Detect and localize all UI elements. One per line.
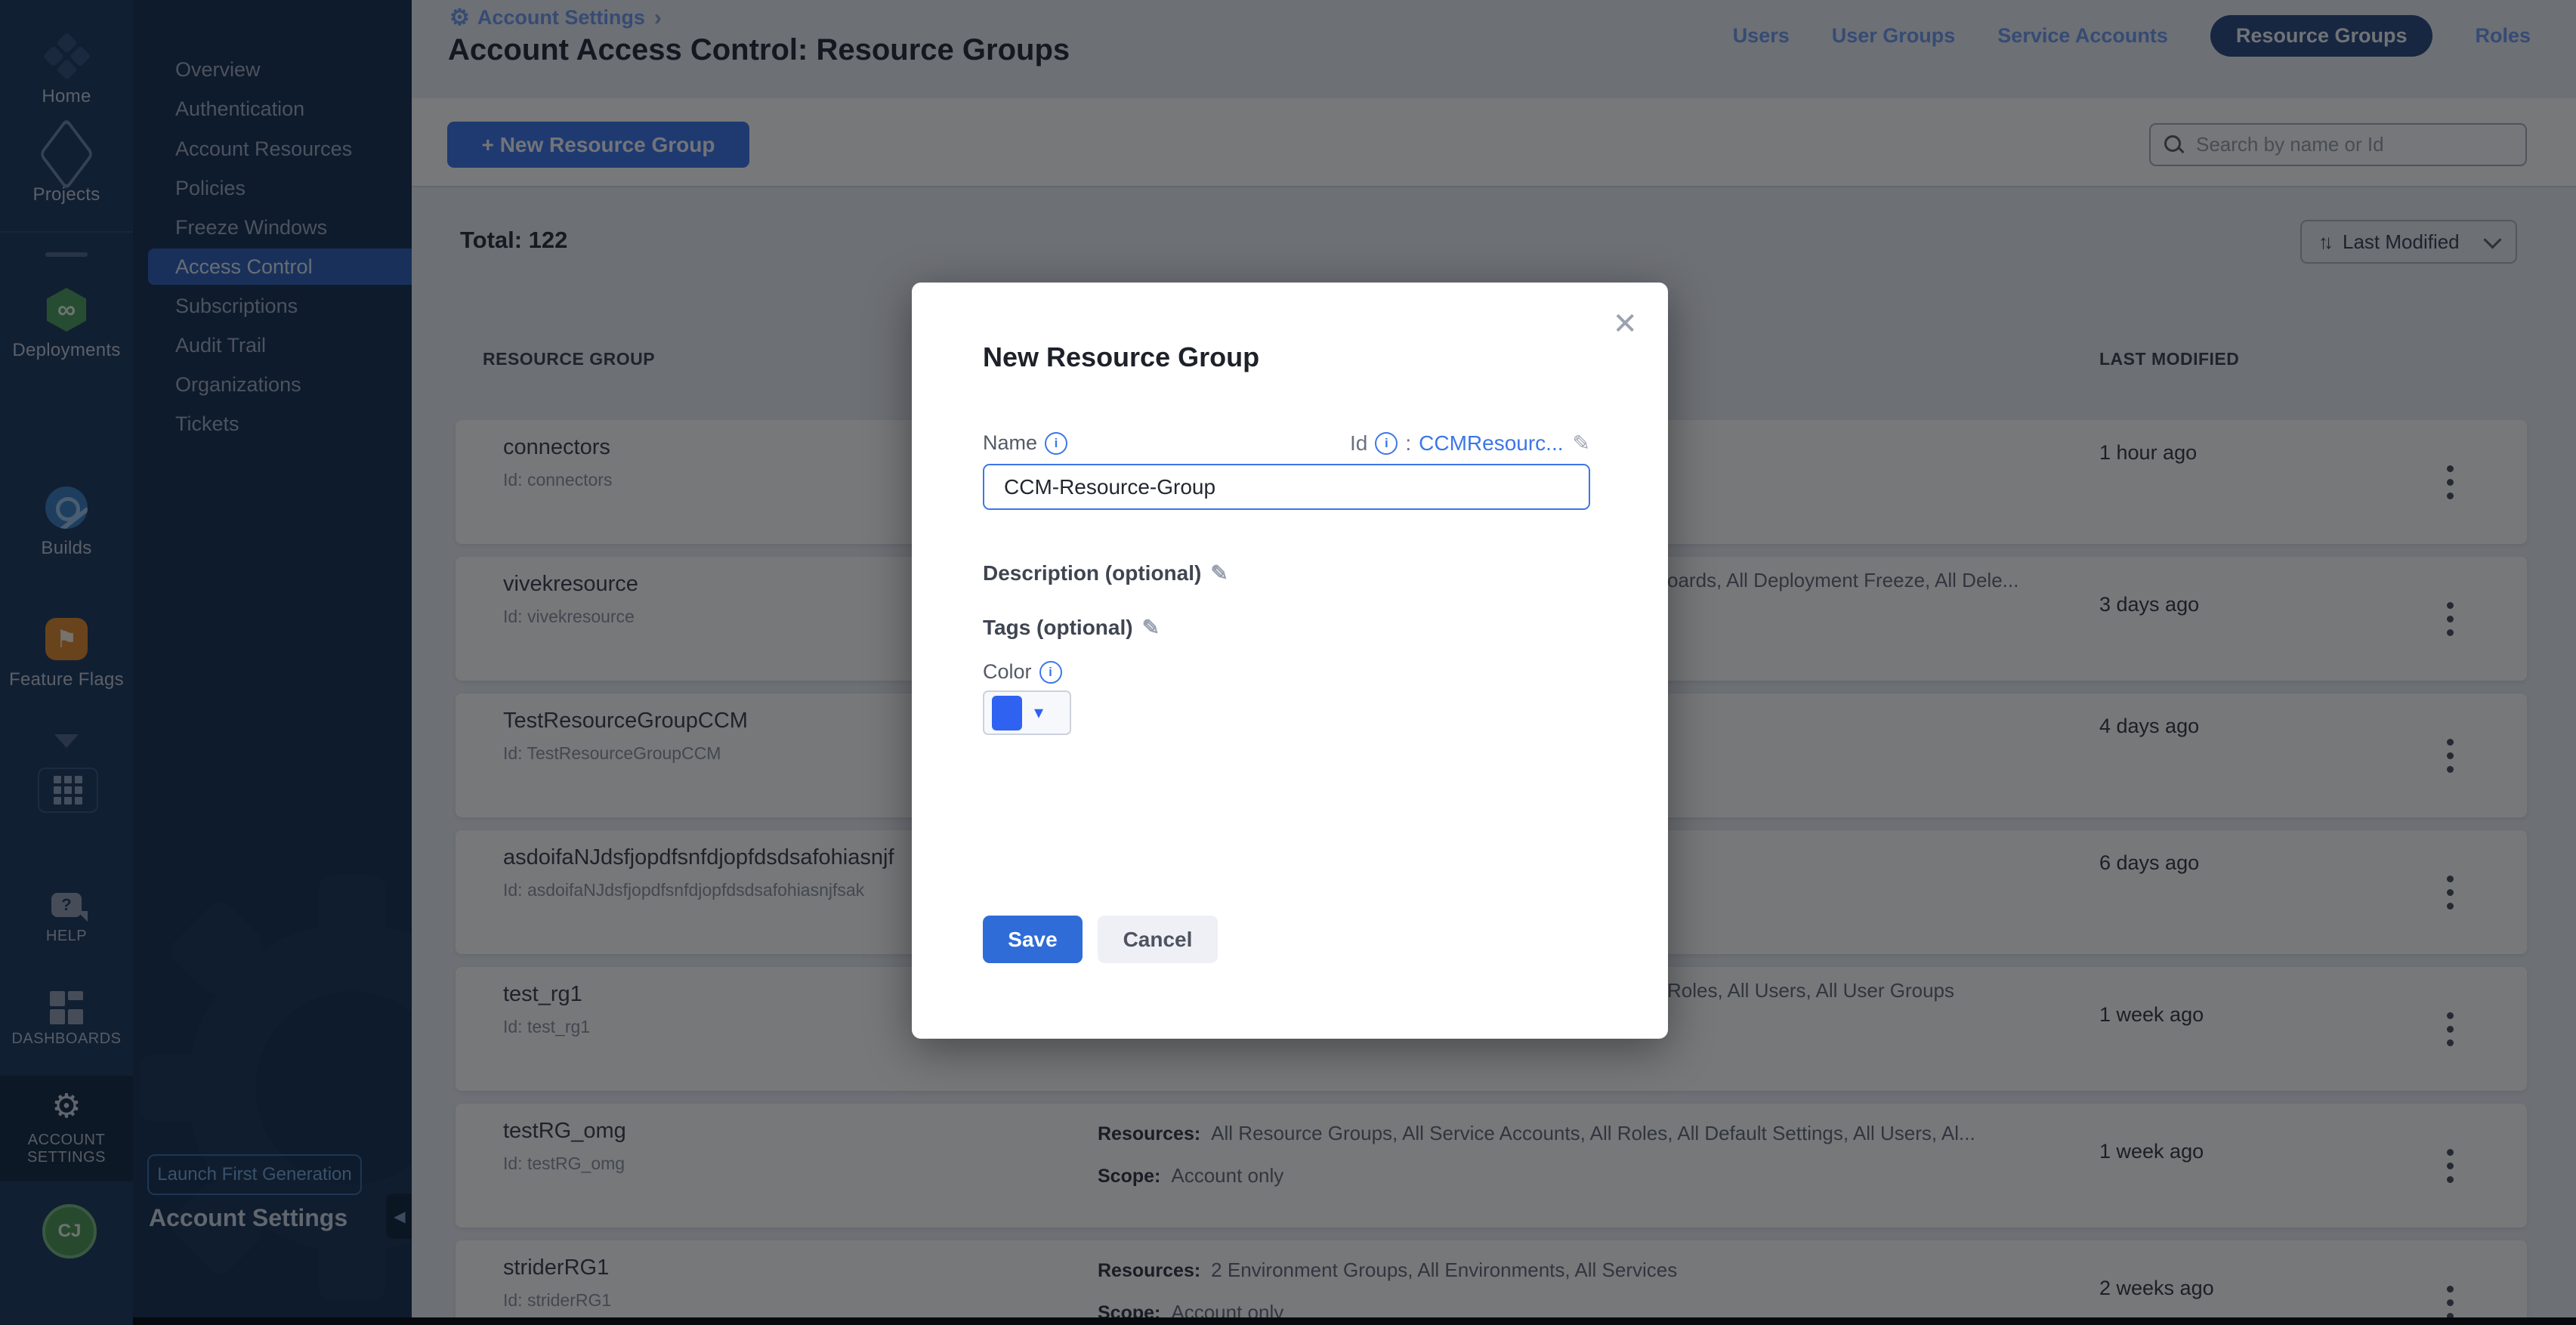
cancel-button[interactable]: Cancel (1098, 916, 1218, 963)
color-label: Color (983, 660, 1032, 684)
id-value-link[interactable]: CCMResourc... (1419, 431, 1563, 456)
id-label: Id (1350, 431, 1367, 456)
info-icon[interactable]: i (1039, 661, 1062, 684)
edit-id-icon[interactable]: ✎ (1573, 431, 1590, 456)
tags-toggle[interactable]: Tags (optional) ✎ (983, 615, 1160, 640)
color-label-row: Color i (983, 660, 1062, 684)
new-resource-group-dialog: ✕ New Resource Group Name i Id i : CCMRe… (912, 283, 1668, 1039)
name-label: Name (983, 431, 1037, 455)
dialog-title: New Resource Group (983, 341, 1259, 373)
info-icon[interactable]: i (1375, 432, 1398, 455)
save-button[interactable]: Save (983, 916, 1083, 963)
description-toggle[interactable]: Description (optional) ✎ (983, 561, 1228, 585)
name-field[interactable] (983, 464, 1590, 510)
color-swatch (992, 696, 1022, 730)
harness-app: Home Projects ∞ Deployments Builds ⚑ Fea… (0, 0, 2576, 1325)
edit-description-icon[interactable]: ✎ (1210, 561, 1228, 585)
close-icon[interactable]: ✕ (1612, 307, 1638, 341)
caret-down-icon: ▾ (1034, 702, 1043, 724)
color-dropdown[interactable]: ▾ (983, 690, 1071, 735)
edit-tags-icon[interactable]: ✎ (1142, 615, 1160, 640)
info-icon[interactable]: i (1045, 432, 1067, 455)
